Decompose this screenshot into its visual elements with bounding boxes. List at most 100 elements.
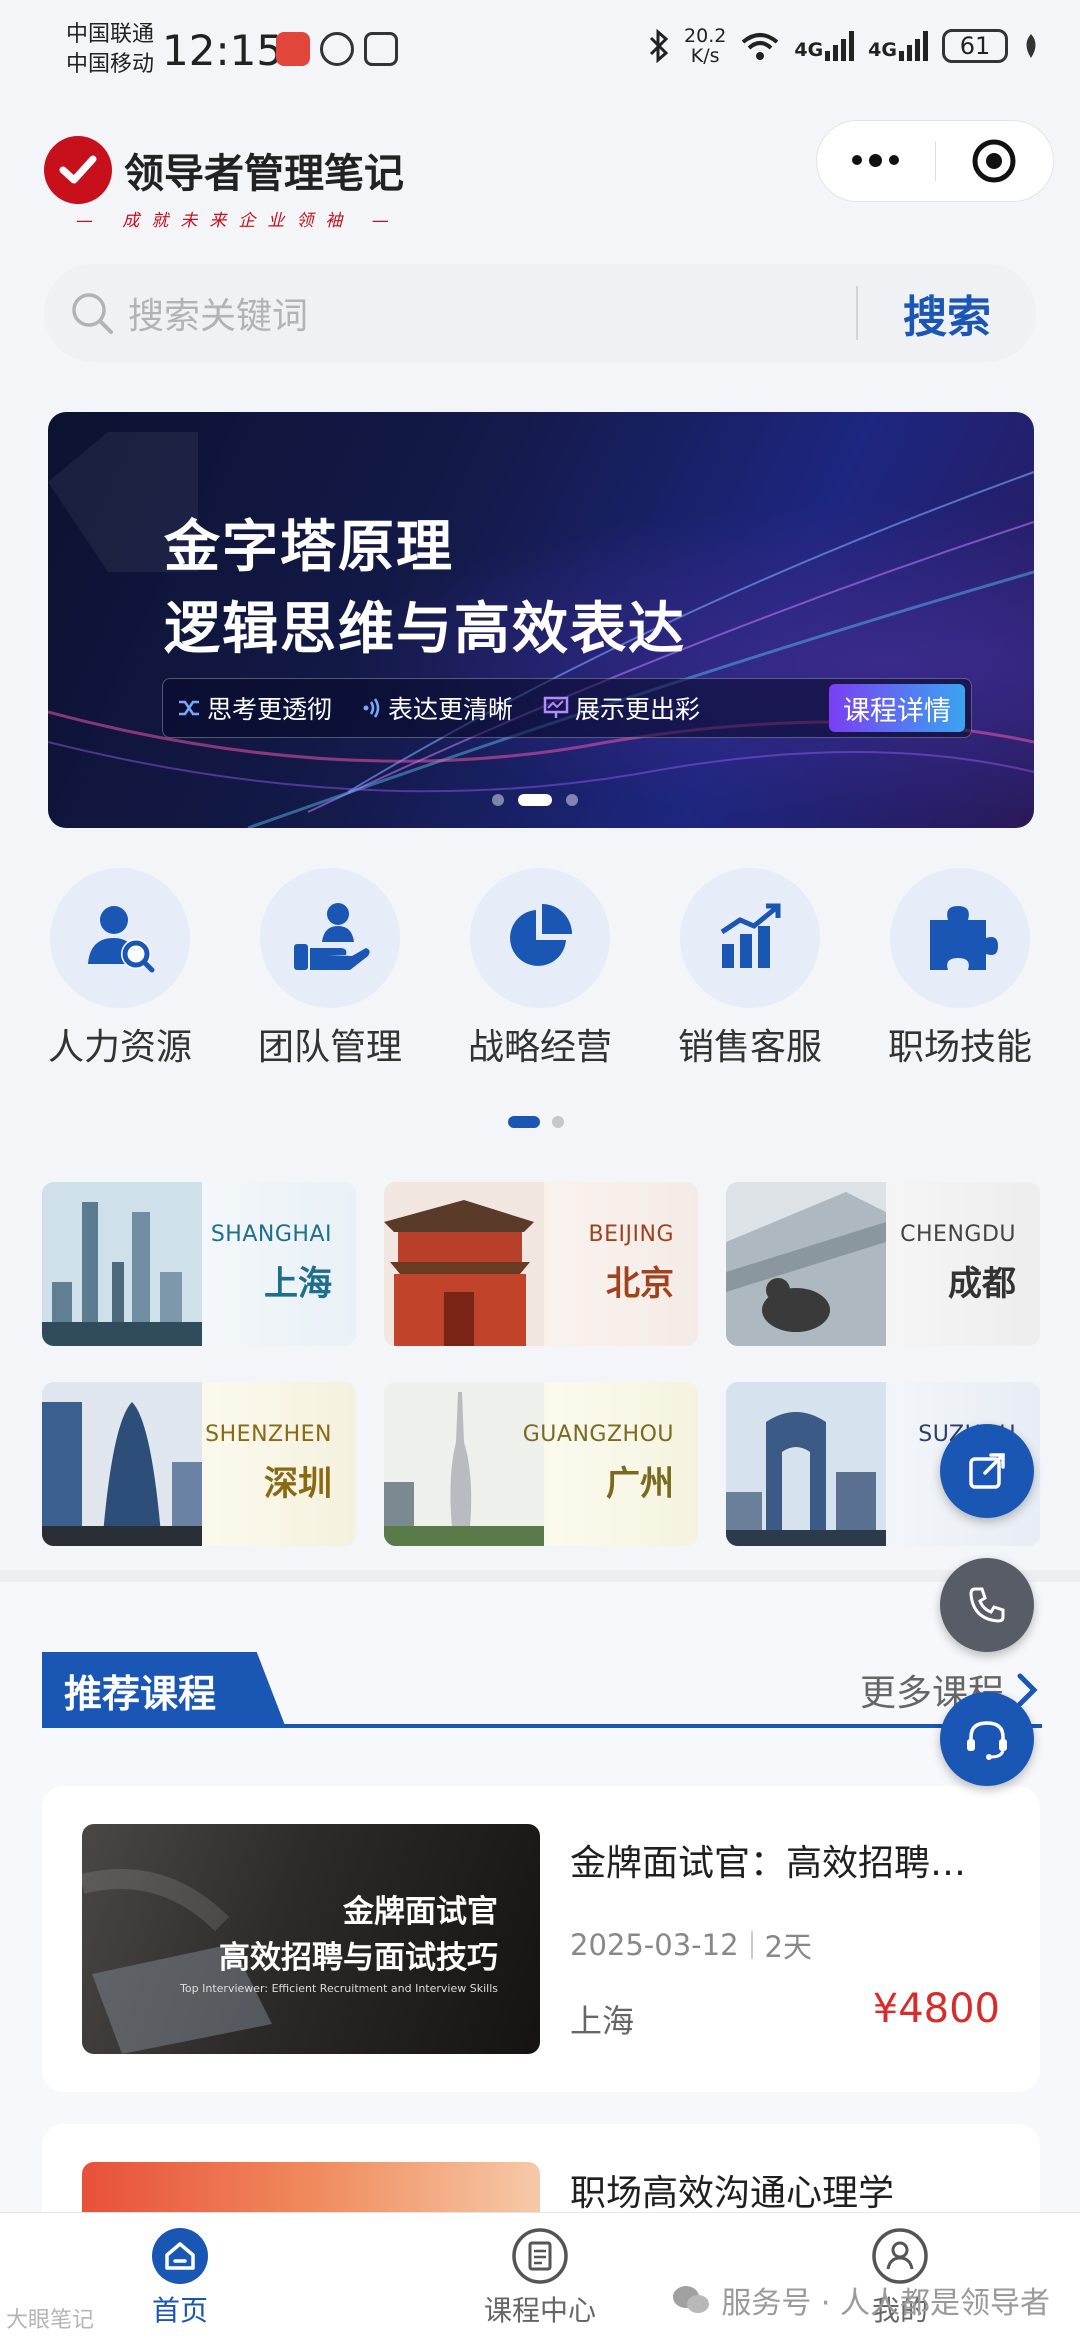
phone-call-button[interactable] xyxy=(940,1558,1034,1652)
city-en: CHENGDU xyxy=(900,1222,1016,1247)
city-zh: 广州 xyxy=(606,1464,674,1504)
thumbnail-title-2: 高效招聘与面试技巧 xyxy=(219,1940,498,1976)
tab-label: 首页 xyxy=(151,2294,208,2327)
status-right: 20.2 K/s 4G 4G 61 xyxy=(648,26,1040,66)
city-en: SHANGHAI xyxy=(210,1222,332,1247)
hd-call-icon xyxy=(320,32,354,66)
banner-dot-active[interactable] xyxy=(518,794,552,806)
city-en: GUANGZHOU xyxy=(522,1422,674,1447)
category-label: 销售客服 xyxy=(677,1027,822,1068)
course-title: 职场高效沟通心理学 xyxy=(570,2173,895,2214)
city-skyline-image xyxy=(384,1382,544,1546)
category-label: 职场技能 xyxy=(887,1027,1032,1068)
watermark-text: 服务号 · 人人都是领导者 xyxy=(721,2286,1050,2321)
status-bar: 中国联通 中国移动 12:15 20.2 K/s 4G 4G 61 xyxy=(0,0,1080,100)
user-icon xyxy=(872,2228,928,2284)
banner-dot[interactable] xyxy=(492,794,504,806)
banner-feature: 表达更清晰 xyxy=(362,690,513,726)
banner-feature-strip: 思考更透彻 表达更清晰 展示更出彩 课程详情 xyxy=(162,678,972,738)
course-thumbnail: 金牌面试官 高效招聘与面试技巧 Top Interviewer: Efficie… xyxy=(82,1824,540,2054)
carrier-1: 中国联通 xyxy=(66,22,155,47)
recommend-header: 推荐课程 更多课程 xyxy=(42,1652,1042,1728)
banner-title-line1: 金字塔原理 xyxy=(164,515,454,580)
thumbnail-subtitle: Top Interviewer: Efficient Recruitment a… xyxy=(180,1982,498,1995)
sound-wave-icon xyxy=(363,698,380,718)
banner-feature: 思考更透彻 xyxy=(177,690,332,726)
banner-feature-3: 展示更出彩 xyxy=(575,695,701,724)
signal-4g-1: 4G xyxy=(794,31,855,61)
search-input[interactable]: 搜索关键词 xyxy=(128,287,856,339)
bluetooth-icon xyxy=(649,29,669,63)
close-miniprogram-icon[interactable] xyxy=(936,137,1054,185)
share-button[interactable] xyxy=(940,1424,1034,1518)
section-divider xyxy=(0,1570,1080,1582)
city-skyline-image xyxy=(42,1382,202,1546)
search-icon xyxy=(72,293,113,334)
hand-person-icon xyxy=(260,868,400,1008)
book-icon xyxy=(512,2228,568,2284)
city-card-shenzhen[interactable]: SHENZHEN 深圳 xyxy=(42,1382,356,1546)
course-price: ¥4800 xyxy=(872,1986,1000,2032)
category-label: 战略经营 xyxy=(467,1027,612,1068)
city-skyline-image xyxy=(42,1182,202,1346)
category-pagination xyxy=(508,1116,564,1128)
category-label: 人力资源 xyxy=(47,1027,192,1068)
customer-service-button[interactable] xyxy=(940,1692,1034,1786)
net-speed: 20.2 K/s xyxy=(684,26,726,66)
leaf-icon xyxy=(1026,34,1036,58)
signal-bars-icon xyxy=(899,31,928,61)
city-card-beijing[interactable]: BEIJING 北京 xyxy=(384,1182,698,1346)
course-date: 2025-03-12 xyxy=(570,1928,739,1962)
category-team[interactable]: 团队管理 xyxy=(240,868,420,1070)
more-menu-icon[interactable] xyxy=(817,154,935,167)
thumbnail-title-1: 金牌面试官 xyxy=(343,1894,498,1930)
user-search-icon xyxy=(50,868,190,1008)
pie-chart-icon xyxy=(470,868,610,1008)
city-skyline-image xyxy=(726,1182,886,1346)
battery-level: 61 xyxy=(959,32,991,60)
banner-pagination xyxy=(492,794,578,806)
watermark-left: 大眼笔记 xyxy=(6,2308,95,2333)
city-en: BEIJING xyxy=(588,1222,674,1247)
puzzle-icon xyxy=(890,868,1030,1008)
search-bar[interactable]: 搜索关键词 搜索 xyxy=(44,264,1036,362)
signal-4g-2: 4G xyxy=(868,31,928,61)
category-skills[interactable]: 职场技能 xyxy=(870,868,1050,1070)
wifi-icon xyxy=(742,33,779,60)
banner-feature-2: 表达更清晰 xyxy=(388,695,514,724)
bar-chart-icon xyxy=(680,868,820,1008)
tab-label: 课程中心 xyxy=(483,2294,596,2327)
city-card-guangzhou[interactable]: GUANGZHOU 广州 xyxy=(384,1382,698,1546)
search-button[interactable]: 搜索 xyxy=(858,281,1036,345)
course-card[interactable]: 金牌面试官 高效招聘与面试技巧 Top Interviewer: Efficie… xyxy=(42,1786,1040,2092)
category-strategy[interactable]: 战略经营 xyxy=(450,868,630,1070)
course-title: 金牌面试官：高效招聘… xyxy=(570,1843,967,1884)
category-label: 团队管理 xyxy=(257,1027,402,1068)
watermark-right: 服务号 · 人人都是领导者 xyxy=(671,2278,1050,2322)
miniprogram-capsule xyxy=(816,120,1054,202)
city-card-chengdu[interactable]: CHENGDU 成都 xyxy=(726,1182,1040,1346)
banner-feature: 展示更出彩 xyxy=(543,690,700,726)
promo-banner[interactable]: 金字塔原理 逻辑思维与高效表达 思考更透彻 表达更清晰 展示更出彩 课程详情 xyxy=(48,412,1034,828)
city-grid: SHANGHAI 上海 BEIJING 北京 CHENGDU 成都 SHENZH… xyxy=(42,1182,1040,1546)
course-duration: 2天 xyxy=(764,1930,812,1964)
city-card-shanghai[interactable]: SHANGHAI 上海 xyxy=(42,1182,356,1346)
share-icon xyxy=(969,1453,1005,1489)
category-sales[interactable]: 销售客服 xyxy=(660,868,840,1070)
city-zh: 深圳 xyxy=(264,1464,332,1504)
banner-title-line2: 逻辑思维与高效表达 xyxy=(164,597,686,662)
home-icon xyxy=(152,2228,208,2284)
brand-logo: 领导者管理笔记 xyxy=(44,136,404,204)
category-hr[interactable]: 人力资源 xyxy=(30,868,210,1070)
signal-bars-icon xyxy=(825,31,855,61)
status-time: 12:15 xyxy=(162,26,284,75)
tab-courses[interactable]: 课程中心 xyxy=(360,2213,720,2340)
banner-feature-1: 思考更透彻 xyxy=(207,695,333,724)
net-speed-value: 20.2 xyxy=(684,25,727,47)
course-meta: 2025-03-12 2天 xyxy=(570,1924,812,1966)
signal-2-label: 4G xyxy=(868,39,897,61)
category-dot-active[interactable] xyxy=(508,1116,540,1128)
course-detail-button[interactable]: 课程详情 xyxy=(829,684,965,732)
banner-dot[interactable] xyxy=(566,794,578,806)
category-dot[interactable] xyxy=(552,1116,564,1128)
